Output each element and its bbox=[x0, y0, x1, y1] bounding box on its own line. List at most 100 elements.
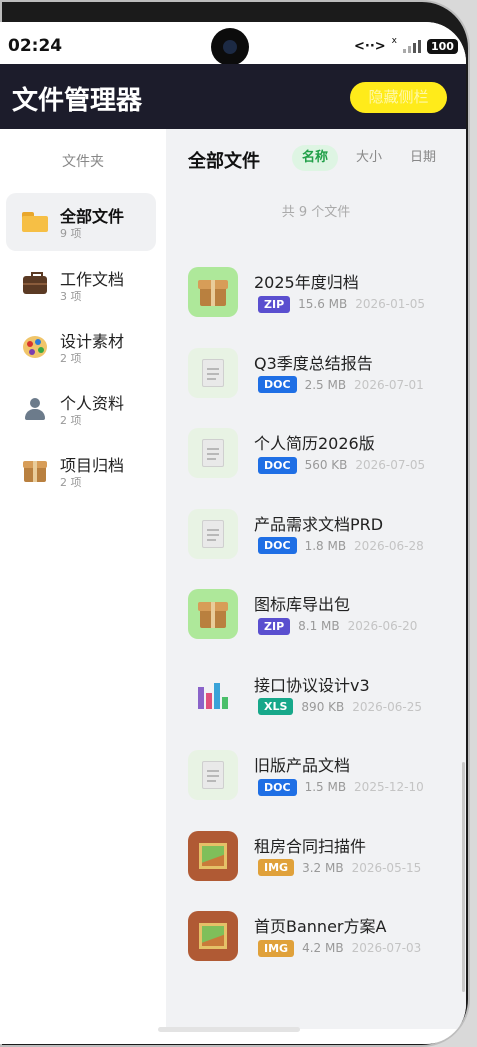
sort-tabs: 名称 大小 日期 bbox=[292, 145, 446, 171]
file-date: 2026-07-05 bbox=[355, 458, 426, 472]
page-title: 全部文件 bbox=[188, 151, 260, 172]
sidebar-item-all-files[interactable]: 全部文件 9 项 bbox=[6, 193, 156, 251]
sidebar-item-label: 工作文档 bbox=[60, 270, 125, 289]
sidebar-item-count: 2 项 bbox=[60, 476, 82, 489]
file-type-badge: DOC bbox=[258, 537, 297, 554]
file-list-panel: 全部文件 名称 大小 日期 共 9 个文件 2025年度归档 ZIP 15.6 MB… bbox=[166, 129, 466, 1029]
sidebar-item-label: 全部文件 bbox=[60, 207, 125, 226]
file-meta: ZIP 15.6 MB 2026-01-05 bbox=[258, 295, 425, 313]
box-icon bbox=[188, 589, 238, 639]
document-icon bbox=[188, 750, 238, 800]
file-name: 接口协议设计v3 bbox=[254, 675, 370, 695]
file-count: 共 9 个文件 bbox=[281, 205, 351, 220]
file-name: 产品需求文档PRD bbox=[254, 514, 384, 534]
file-size: 4.2 MB bbox=[302, 941, 344, 955]
file-name: 首页Banner方案A bbox=[254, 917, 387, 936]
sort-by-name-tab[interactable]: 名称 bbox=[292, 145, 339, 171]
file-row[interactable]: 2025年度归档 ZIP 15.6 MB 2026-01-05 bbox=[166, 257, 466, 337]
file-type-badge: ZIP bbox=[258, 295, 291, 313]
signal-icon bbox=[403, 39, 421, 53]
file-row[interactable]: 租房合同扫描件 IMG 3.2 MB 2026-05-15 bbox=[166, 821, 466, 901]
file-size: 1.5 MB bbox=[304, 780, 347, 794]
file-size: 8.1 MB bbox=[298, 619, 340, 633]
app-title: 文件管理器 bbox=[12, 86, 143, 116]
screen: 02:24 <··> x 100 文件管理器 隐藏侧栏 文件夹 全部文件 9 项 bbox=[0, 22, 466, 1044]
file-size: 3.2 MB bbox=[302, 860, 344, 875]
file-row[interactable]: 个人简历2026版 DOC 560 KB 2026-07-05 bbox=[166, 418, 466, 498]
file-size: 560 KB bbox=[304, 458, 348, 472]
file-row[interactable]: 旧版产品文档 DOC 1.5 MB 2025-12-10 bbox=[166, 740, 466, 820]
status-time: 02:24 bbox=[8, 36, 63, 56]
sidebar-item-count: 9 项 bbox=[60, 227, 82, 240]
palette-icon bbox=[20, 332, 50, 362]
file-meta: IMG 3.2 MB 2026-05-15 bbox=[258, 859, 421, 877]
briefcase-icon bbox=[20, 270, 50, 300]
sidebar-item-project-archive[interactable]: 项目归档 2 项 bbox=[6, 442, 156, 500]
file-meta: IMG 4.2 MB 2026-07-03 bbox=[258, 939, 421, 957]
file-name: 个人简历2026版 bbox=[254, 434, 375, 453]
file-row[interactable]: 接口协议设计v3 XLS 890 KB 2026-06-25 bbox=[166, 660, 466, 740]
file-row[interactable]: 首页Banner方案A IMG 4.2 MB 2026-07-03 bbox=[166, 901, 466, 981]
box-icon bbox=[188, 267, 238, 317]
file-date: 2026-07-03 bbox=[351, 941, 422, 955]
file-name: 2025年度归档 bbox=[254, 273, 359, 292]
file-size: 890 KB bbox=[301, 699, 345, 714]
file-name: 图标库导出包 bbox=[254, 595, 351, 614]
folder-icon bbox=[20, 207, 50, 237]
file-date: 2026-05-15 bbox=[351, 860, 422, 875]
sidebar-item-count: 2 项 bbox=[60, 352, 82, 365]
bar-chart-icon bbox=[188, 670, 238, 720]
file-meta: DOC 1.5 MB 2025-12-10 bbox=[258, 778, 424, 796]
battery-icon: 100 bbox=[427, 38, 458, 54]
file-type-badge: ZIP bbox=[258, 617, 291, 635]
file-size: 2.5 MB bbox=[304, 377, 347, 392]
sidebar-item-label: 项目归档 bbox=[60, 456, 125, 475]
sidebar-item-design-assets[interactable]: 设计素材 2 项 bbox=[6, 318, 156, 376]
sidebar-item-count: 2 项 bbox=[60, 414, 82, 427]
file-row[interactable]: 产品需求文档PRD DOC 1.8 MB 2026-06-28 bbox=[166, 499, 466, 579]
sidebar-item-personal[interactable]: 个人资料 2 项 bbox=[6, 380, 156, 438]
picture-icon bbox=[188, 911, 238, 961]
file-name: 旧版产品文档 bbox=[254, 756, 351, 775]
device: 02:24 <··> x 100 文件管理器 隐藏侧栏 文件夹 全部文件 9 项 bbox=[0, 0, 477, 1047]
sort-by-size-tab[interactable]: 大小 bbox=[346, 145, 392, 171]
network-label: x bbox=[391, 36, 397, 46]
file-type-badge: XLS bbox=[258, 698, 294, 715]
file-type-badge: DOC bbox=[258, 778, 297, 796]
file-date: 2026-07-01 bbox=[354, 377, 424, 392]
folder-sidebar: 文件夹 全部文件 9 项 工作文档 3 项 设计素材 2 项 个人资料 2 项 … bbox=[0, 129, 166, 1044]
document-icon bbox=[188, 347, 238, 398]
home-indicator[interactable] bbox=[158, 1027, 300, 1032]
data-transfer-icon: <··> bbox=[354, 38, 386, 54]
file-type-badge: DOC bbox=[258, 456, 297, 474]
file-name: 租房合同扫描件 bbox=[254, 836, 367, 856]
front-camera bbox=[211, 28, 249, 66]
file-meta: DOC 560 KB 2026-07-05 bbox=[258, 456, 425, 474]
file-date: 2026-06-25 bbox=[352, 699, 422, 714]
file-row[interactable]: Q3季度总结报告 DOC 2.5 MB 2026-07-01 bbox=[166, 338, 466, 418]
app-header: 文件管理器 隐藏侧栏 bbox=[0, 64, 466, 129]
person-icon bbox=[20, 394, 50, 424]
sidebar-item-label: 设计素材 bbox=[60, 332, 125, 351]
box-icon bbox=[20, 456, 50, 486]
file-date: 2026-06-28 bbox=[354, 538, 424, 553]
file-meta: DOC 1.8 MB 2026-06-28 bbox=[258, 537, 424, 555]
file-date: 2026-06-20 bbox=[347, 619, 418, 633]
file-name: Q3季度总结报告 bbox=[254, 353, 373, 373]
file-size: 1.8 MB bbox=[304, 538, 347, 553]
scrollbar[interactable] bbox=[462, 762, 465, 992]
sidebar-item-work-docs[interactable]: 工作文档 3 项 bbox=[6, 256, 156, 314]
status-bar: 02:24 <··> x 100 bbox=[0, 22, 466, 66]
document-icon bbox=[188, 428, 238, 478]
sort-by-date-tab[interactable]: 日期 bbox=[400, 145, 446, 171]
document-icon bbox=[188, 508, 238, 559]
status-indicators: <··> x 100 bbox=[354, 36, 458, 56]
file-type-badge: DOC bbox=[258, 376, 297, 393]
file-type-badge: IMG bbox=[258, 859, 295, 876]
file-type-badge: IMG bbox=[258, 939, 295, 957]
sidebar-item-count: 3 项 bbox=[60, 290, 82, 303]
file-meta: DOC 2.5 MB 2026-07-01 bbox=[258, 376, 424, 394]
file-row[interactable]: 图标库导出包 ZIP 8.1 MB 2026-06-20 bbox=[166, 579, 466, 659]
file-meta: ZIP 8.1 MB 2026-06-20 bbox=[258, 617, 417, 635]
hide-sidebar-button[interactable]: 隐藏侧栏 bbox=[350, 82, 447, 113]
